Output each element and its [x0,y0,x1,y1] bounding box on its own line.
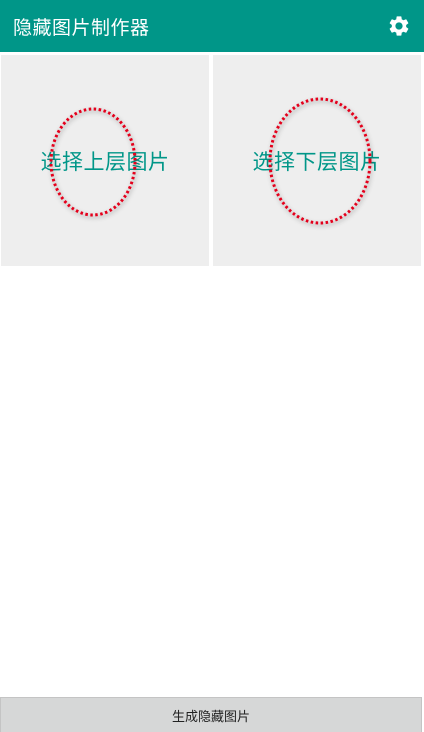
select-top-image-label: 选择上层图片 [40,149,170,174]
image-picker-panels: 选择上层图片 选择下层图片 [0,55,424,266]
app-title: 隐藏图片制作器 [13,16,150,39]
select-bottom-image-label: 选择下层图片 [252,149,382,174]
settings-button[interactable] [386,13,412,39]
select-bottom-image-button[interactable]: 选择下层图片 [213,55,421,266]
app-bar: 隐藏图片制作器 [0,0,424,52]
gear-icon [389,16,409,36]
generate-hidden-image-button[interactable]: 生成隐藏图片 [0,697,422,732]
app-screen: 隐藏图片制作器 选择上层图片 选择下层图片 生成隐藏图片 [0,0,424,732]
select-top-image-button[interactable]: 选择上层图片 [1,55,209,266]
